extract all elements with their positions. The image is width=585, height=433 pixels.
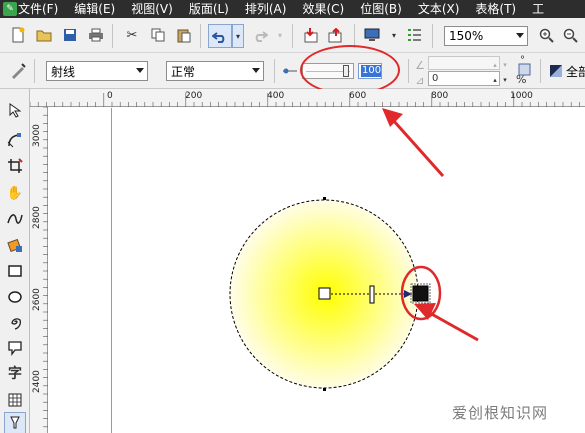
page-border-line <box>111 108 112 433</box>
menu-bitmaps[interactable]: 位图(B) <box>352 0 410 18</box>
h-ruler-label: 600 <box>349 91 367 101</box>
menu-arrange[interactable]: 排列(A) <box>237 0 295 18</box>
spiral-tool-icon[interactable] <box>4 311 26 333</box>
print-icon[interactable] <box>86 25 106 45</box>
export-icon[interactable] <box>326 25 346 45</box>
menubar: ✎ 文件(F) 编辑(E) 视图(V) 版面(L) 排列(A) 效果(C) 位图… <box>0 0 585 18</box>
menu-layout[interactable]: 版面(L) <box>181 0 237 18</box>
merge-mode-select[interactable]: 正常 <box>166 61 264 81</box>
shape-tool-icon[interactable] <box>4 129 26 151</box>
crop-tool-icon[interactable] <box>4 155 26 177</box>
copy-transparency-icon[interactable] <box>516 59 532 79</box>
corel-window: ✎ 文件(F) 编辑(E) 视图(V) 版面(L) 排列(A) 效果(C) 位图… <box>0 0 585 433</box>
interactive-transparency-tool-icon[interactable] <box>4 412 26 433</box>
horizontal-ruler[interactable]: 200 0 200 400 600 800 1000 <box>29 89 585 107</box>
edit-transparency-icon[interactable] <box>8 61 28 81</box>
paste-icon[interactable] <box>174 25 194 45</box>
application-launcher-icon[interactable] <box>362 25 382 45</box>
annotation-ellipse-slider <box>300 45 400 95</box>
table-tool-icon[interactable] <box>4 389 26 411</box>
freeze-transparency-icon[interactable] <box>546 61 566 81</box>
v-ruler-label: 2600 <box>32 288 42 311</box>
text-tool-glyph: 字 <box>8 366 22 382</box>
transparency-type-select[interactable]: 射线 <box>46 61 148 81</box>
zoom-out-icon[interactable] <box>560 25 580 45</box>
save-icon[interactable] <box>60 25 80 45</box>
zoom-level-value: 150% <box>449 29 484 43</box>
options-icon[interactable] <box>404 25 424 45</box>
v-ruler-label: 3000 <box>32 124 42 147</box>
undo-dropdown-icon[interactable]: ▾ <box>232 24 244 48</box>
menu-table[interactable]: 表格(T) <box>467 0 524 18</box>
h-ruler-label: 0 <box>107 91 113 101</box>
watermark: 爱创根知识网 <box>452 404 549 422</box>
menu-text[interactable]: 文本(X) <box>410 0 468 18</box>
chevron-down-icon <box>252 68 260 73</box>
redo-icon[interactable] <box>250 25 270 45</box>
standard-toolbar: ✂ ▾ ▾ ▾ 150% <box>0 18 585 53</box>
open-icon[interactable] <box>34 25 54 45</box>
vertical-ruler[interactable]: 3000 2800 2600 2400 <box>30 106 48 433</box>
smart-fill-tool-icon[interactable] <box>4 234 26 256</box>
app-icon: ✎ <box>3 2 17 16</box>
drawing-canvas[interactable] <box>49 108 585 433</box>
redo-dropdown-icon[interactable]: ▾ <box>270 25 290 45</box>
basic-shapes-tool-icon[interactable] <box>4 337 26 359</box>
h-ruler-label: 200 <box>185 91 203 101</box>
menu-edit[interactable]: 编辑(E) <box>66 0 123 18</box>
menu-effects[interactable]: 效果(C) <box>294 0 352 18</box>
h-ruler-label: 400 <box>267 91 285 101</box>
toolbox: ✋ 字 <box>0 89 30 433</box>
zoom-level-select[interactable]: 150% <box>444 26 528 46</box>
menu-tools[interactable]: 工 <box>524 0 552 18</box>
pick-tool-icon[interactable] <box>4 99 26 121</box>
property-bar: 射线 正常 100 ∠ ▴ ▾ ° ⊿ 0 ▴ ▾ % 全部 <box>0 53 585 89</box>
h-ruler-label: 800 <box>431 91 449 101</box>
transparency-type-value: 射线 <box>51 64 76 79</box>
v-ruler-label: 2800 <box>32 206 42 229</box>
cut-icon[interactable]: ✂ <box>122 25 142 45</box>
import-icon[interactable] <box>300 25 320 45</box>
menu-view[interactable]: 视图(V) <box>123 0 181 18</box>
v-ruler-label: 2400 <box>32 370 42 393</box>
merge-mode-value: 正常 <box>171 64 196 79</box>
edge-pad-icon: ⊿ <box>415 73 425 87</box>
ellipse-tool-icon[interactable] <box>4 286 26 308</box>
pan-tool-icon[interactable]: ✋ <box>4 182 26 204</box>
text-tool-icon[interactable]: 字 <box>4 362 26 384</box>
edge-pad-spin-icon[interactable]: ▴ <box>490 70 500 90</box>
new-document-icon[interactable] <box>8 25 28 45</box>
apply-all-label[interactable]: 全部 <box>566 63 585 80</box>
chevron-down-icon <box>136 68 144 73</box>
transparency-midpoint-icon <box>280 61 300 81</box>
rectangle-tool-icon[interactable] <box>4 260 26 282</box>
edge-pad-dropdown-icon[interactable]: ▾ <box>500 70 510 90</box>
chevron-down-icon <box>516 33 524 38</box>
h-ruler-label: 1000 <box>510 91 533 101</box>
horizontal-ruler-ticks <box>29 93 580 107</box>
zoom-in-icon[interactable] <box>536 25 556 45</box>
copy-icon[interactable] <box>148 25 168 45</box>
undo-icon[interactable] <box>208 24 232 48</box>
launcher-dropdown-icon[interactable]: ▾ <box>384 25 404 45</box>
curve-tool-icon[interactable] <box>4 208 26 230</box>
edge-pad-value: 0 <box>432 73 439 84</box>
